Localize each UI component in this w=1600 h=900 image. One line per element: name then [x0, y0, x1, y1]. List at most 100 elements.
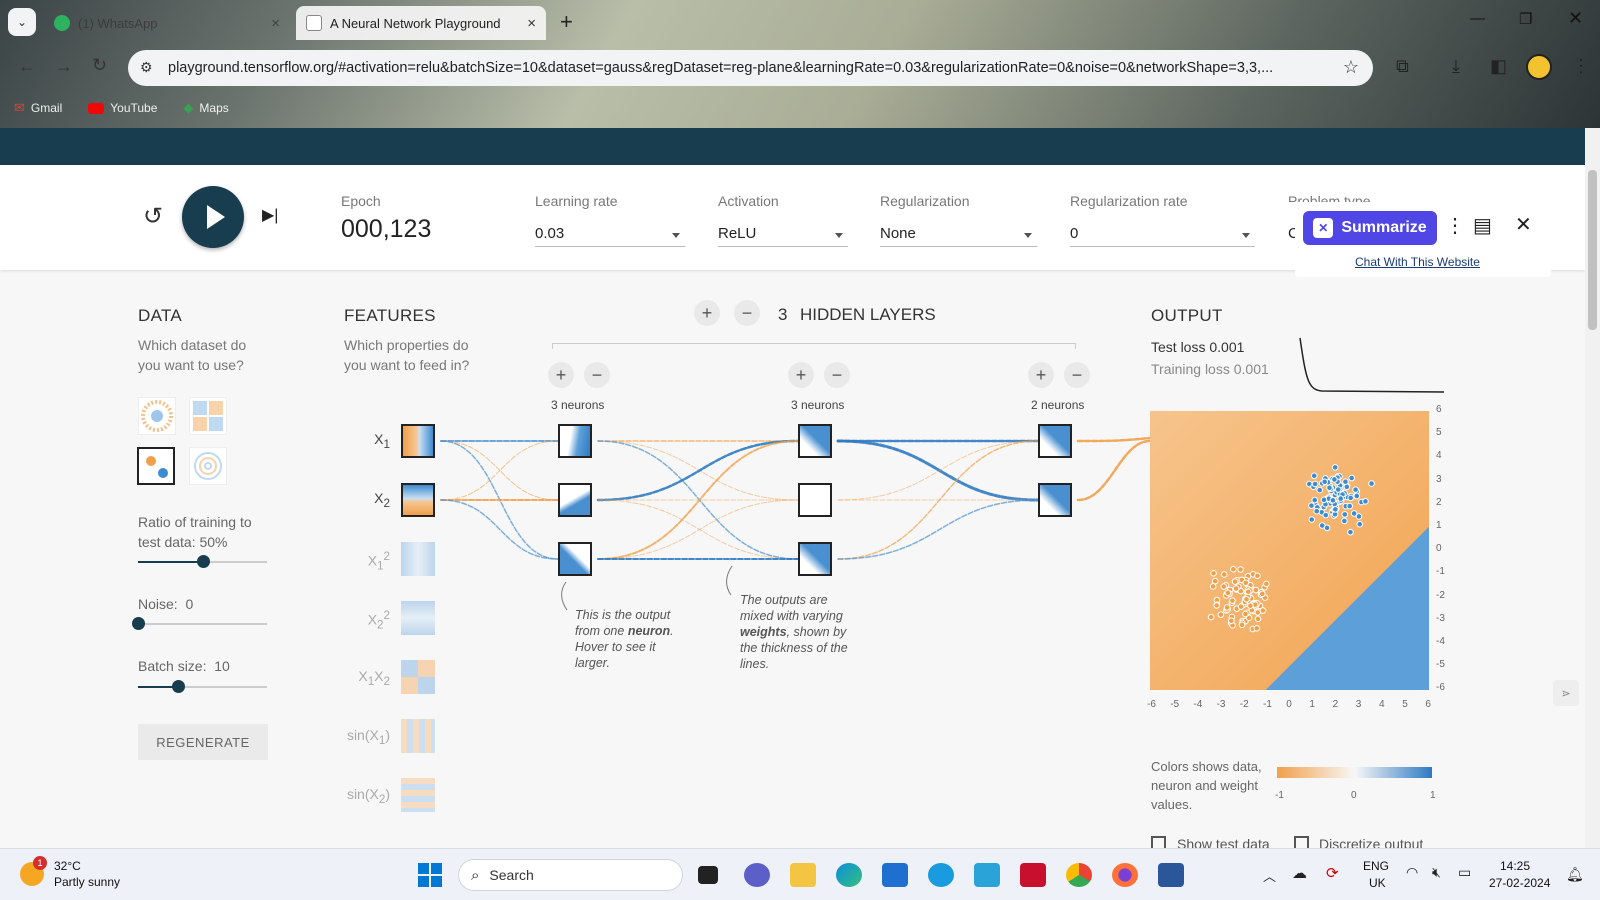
microsoft-store-icon[interactable]: [882, 863, 908, 887]
onedrive-icon[interactable]: ☁: [1292, 864, 1307, 882]
restore-icon[interactable]: ❐: [1519, 10, 1532, 28]
neuron-layer2-3[interactable]: [798, 542, 832, 576]
firefox-icon[interactable]: [1112, 863, 1138, 887]
side-panel-icon[interactable]: ◧: [1490, 56, 1507, 77]
bookmark-maps[interactable]: ◆ Maps: [183, 96, 228, 120]
batch-slider-thumb[interactable]: [171, 680, 185, 693]
show-test-data-checkbox[interactable]: [1151, 836, 1166, 848]
menu-icon[interactable]: ⋮: [1572, 56, 1590, 77]
weather-widget[interactable]: 1 32°C Partly sunny: [18, 856, 138, 894]
activation-label: Activation: [718, 193, 779, 209]
bookmark-gmail[interactable]: ✉ Gmail: [14, 96, 62, 120]
add-neuron-layer2-button[interactable]: +: [788, 362, 814, 388]
remove-neuron-layer2-button[interactable]: −: [824, 362, 850, 388]
reset-icon[interactable]: ↺: [143, 202, 163, 231]
tab-whatsapp[interactable]: (1) WhatsApp ×: [44, 6, 290, 40]
add-layer-button[interactable]: +: [694, 300, 720, 326]
remove-neuron-layer3-button[interactable]: −: [1064, 362, 1090, 388]
neuron-layer1-1[interactable]: [558, 424, 592, 458]
noise-slider-track[interactable]: [138, 623, 267, 625]
more-options-icon[interactable]: ⋮: [1445, 213, 1465, 238]
back-icon[interactable]: ←: [18, 56, 36, 77]
tray-chevron-icon[interactable]: ︿: [1263, 866, 1276, 885]
address-bar[interactable]: ⚙ playground.tensorflow.org/#activation=…: [128, 50, 1373, 86]
word-icon[interactable]: [1158, 863, 1184, 887]
bookmark-star-icon[interactable]: ☆: [1343, 57, 1359, 78]
hp-app-icon[interactable]: [974, 863, 1000, 887]
feature-sin-x1[interactable]: [401, 719, 435, 753]
task-view-icon[interactable]: [698, 866, 718, 884]
hide-on-site-icon[interactable]: ▤: [1473, 213, 1492, 238]
forward-icon[interactable]: →: [55, 56, 73, 77]
dataset-gauss[interactable]: [137, 447, 175, 485]
reload-icon[interactable]: ↻: [92, 55, 107, 76]
ratio-slider-thumb[interactable]: [196, 555, 210, 568]
help-app-icon[interactable]: [928, 863, 954, 887]
clock-time[interactable]: 14:25: [1500, 859, 1530, 873]
feature-x1-squared[interactable]: [401, 542, 435, 576]
whatsapp-icon: [54, 15, 70, 31]
dataset-circle[interactable]: [138, 397, 176, 435]
tab-search-button[interactable]: ⌄: [8, 8, 36, 36]
taskbar-search[interactable]: ⌕ Search: [458, 859, 683, 891]
neuron-layer3-1[interactable]: [1038, 424, 1072, 458]
chat-with-website-link[interactable]: Chat With This Website: [1355, 255, 1480, 269]
play-button[interactable]: [182, 186, 244, 248]
add-neuron-layer1-button[interactable]: +: [548, 362, 574, 388]
site-info-icon[interactable]: ⚙: [140, 59, 153, 76]
tab-neural-network-playground[interactable]: A Neural Network Playground ×: [296, 6, 546, 40]
scatter-point: [1237, 603, 1245, 610]
remove-neuron-layer1-button[interactable]: −: [584, 362, 610, 388]
dataset-spiral[interactable]: [189, 447, 227, 485]
neuron-layer2-1[interactable]: [798, 424, 832, 458]
file-explorer-icon[interactable]: [790, 863, 816, 887]
bookmark-youtube[interactable]: YouTube: [88, 96, 157, 120]
scrollbar-thumb[interactable]: [1588, 170, 1597, 330]
learning-rate-select[interactable]: 0.03: [535, 225, 564, 242]
feature-x1x2[interactable]: [401, 660, 435, 694]
close-icon[interactable]: ×: [527, 15, 536, 32]
neuron-layer2-2[interactable]: [798, 483, 832, 517]
clock-date[interactable]: 27-02-2024: [1489, 876, 1550, 890]
chat-app-icon[interactable]: [744, 863, 770, 887]
neuron-layer3-2[interactable]: [1038, 483, 1072, 517]
feature-x2[interactable]: [401, 483, 435, 517]
extensions-icon[interactable]: ⧉: [1396, 56, 1409, 77]
start-icon[interactable]: [418, 863, 442, 887]
profile-avatar[interactable]: [1526, 54, 1552, 80]
remove-layer-button[interactable]: −: [734, 300, 760, 326]
neuron-layer1-3[interactable]: [558, 542, 592, 576]
noise-slider-thumb[interactable]: [132, 617, 145, 630]
close-window-icon[interactable]: ✕: [1568, 8, 1583, 29]
wifi-icon[interactable]: ◠: [1406, 864, 1418, 881]
close-icon[interactable]: ✕: [1515, 212, 1532, 237]
page-assistant-icon[interactable]: ⋗: [1553, 680, 1579, 706]
add-neuron-layer3-button[interactable]: +: [1028, 362, 1054, 388]
regularization-select[interactable]: None: [880, 225, 916, 242]
step-icon[interactable]: ▶|: [262, 205, 278, 225]
activation-select[interactable]: ReLU: [718, 225, 756, 242]
discretize-output-checkbox[interactable]: [1294, 836, 1309, 848]
minimize-icon[interactable]: —: [1470, 10, 1485, 27]
summarize-button[interactable]: ✕ Summarize: [1303, 211, 1437, 245]
notification-bell-icon[interactable]: 🔔︎: [1566, 866, 1584, 883]
sync-icon[interactable]: ⟳: [1326, 864, 1339, 882]
download-icon[interactable]: ⤓: [1452, 56, 1460, 77]
mcafee-icon[interactable]: [1020, 863, 1046, 887]
close-icon[interactable]: ×: [271, 15, 280, 32]
regenerate-button[interactable]: REGENERATE: [138, 724, 268, 760]
new-tab-button[interactable]: +: [560, 9, 573, 35]
feature-x1[interactable]: [401, 424, 435, 458]
region-indicator[interactable]: UK: [1369, 876, 1386, 890]
feature-sin-x2[interactable]: [401, 778, 435, 812]
battery-icon[interactable]: ▭: [1458, 864, 1471, 881]
regularization-rate-select[interactable]: 0: [1070, 225, 1078, 242]
lang-indicator[interactable]: ENG: [1363, 859, 1389, 873]
edge-browser-icon[interactable]: [836, 863, 862, 887]
scatter-point: [1348, 474, 1355, 482]
dataset-xor[interactable]: [189, 397, 227, 435]
chrome-icon[interactable]: [1066, 863, 1092, 887]
neuron-layer1-2[interactable]: [558, 483, 592, 517]
volume-muted-icon[interactable]: 🔇︎: [1432, 864, 1441, 881]
feature-x2-squared[interactable]: [401, 601, 435, 635]
